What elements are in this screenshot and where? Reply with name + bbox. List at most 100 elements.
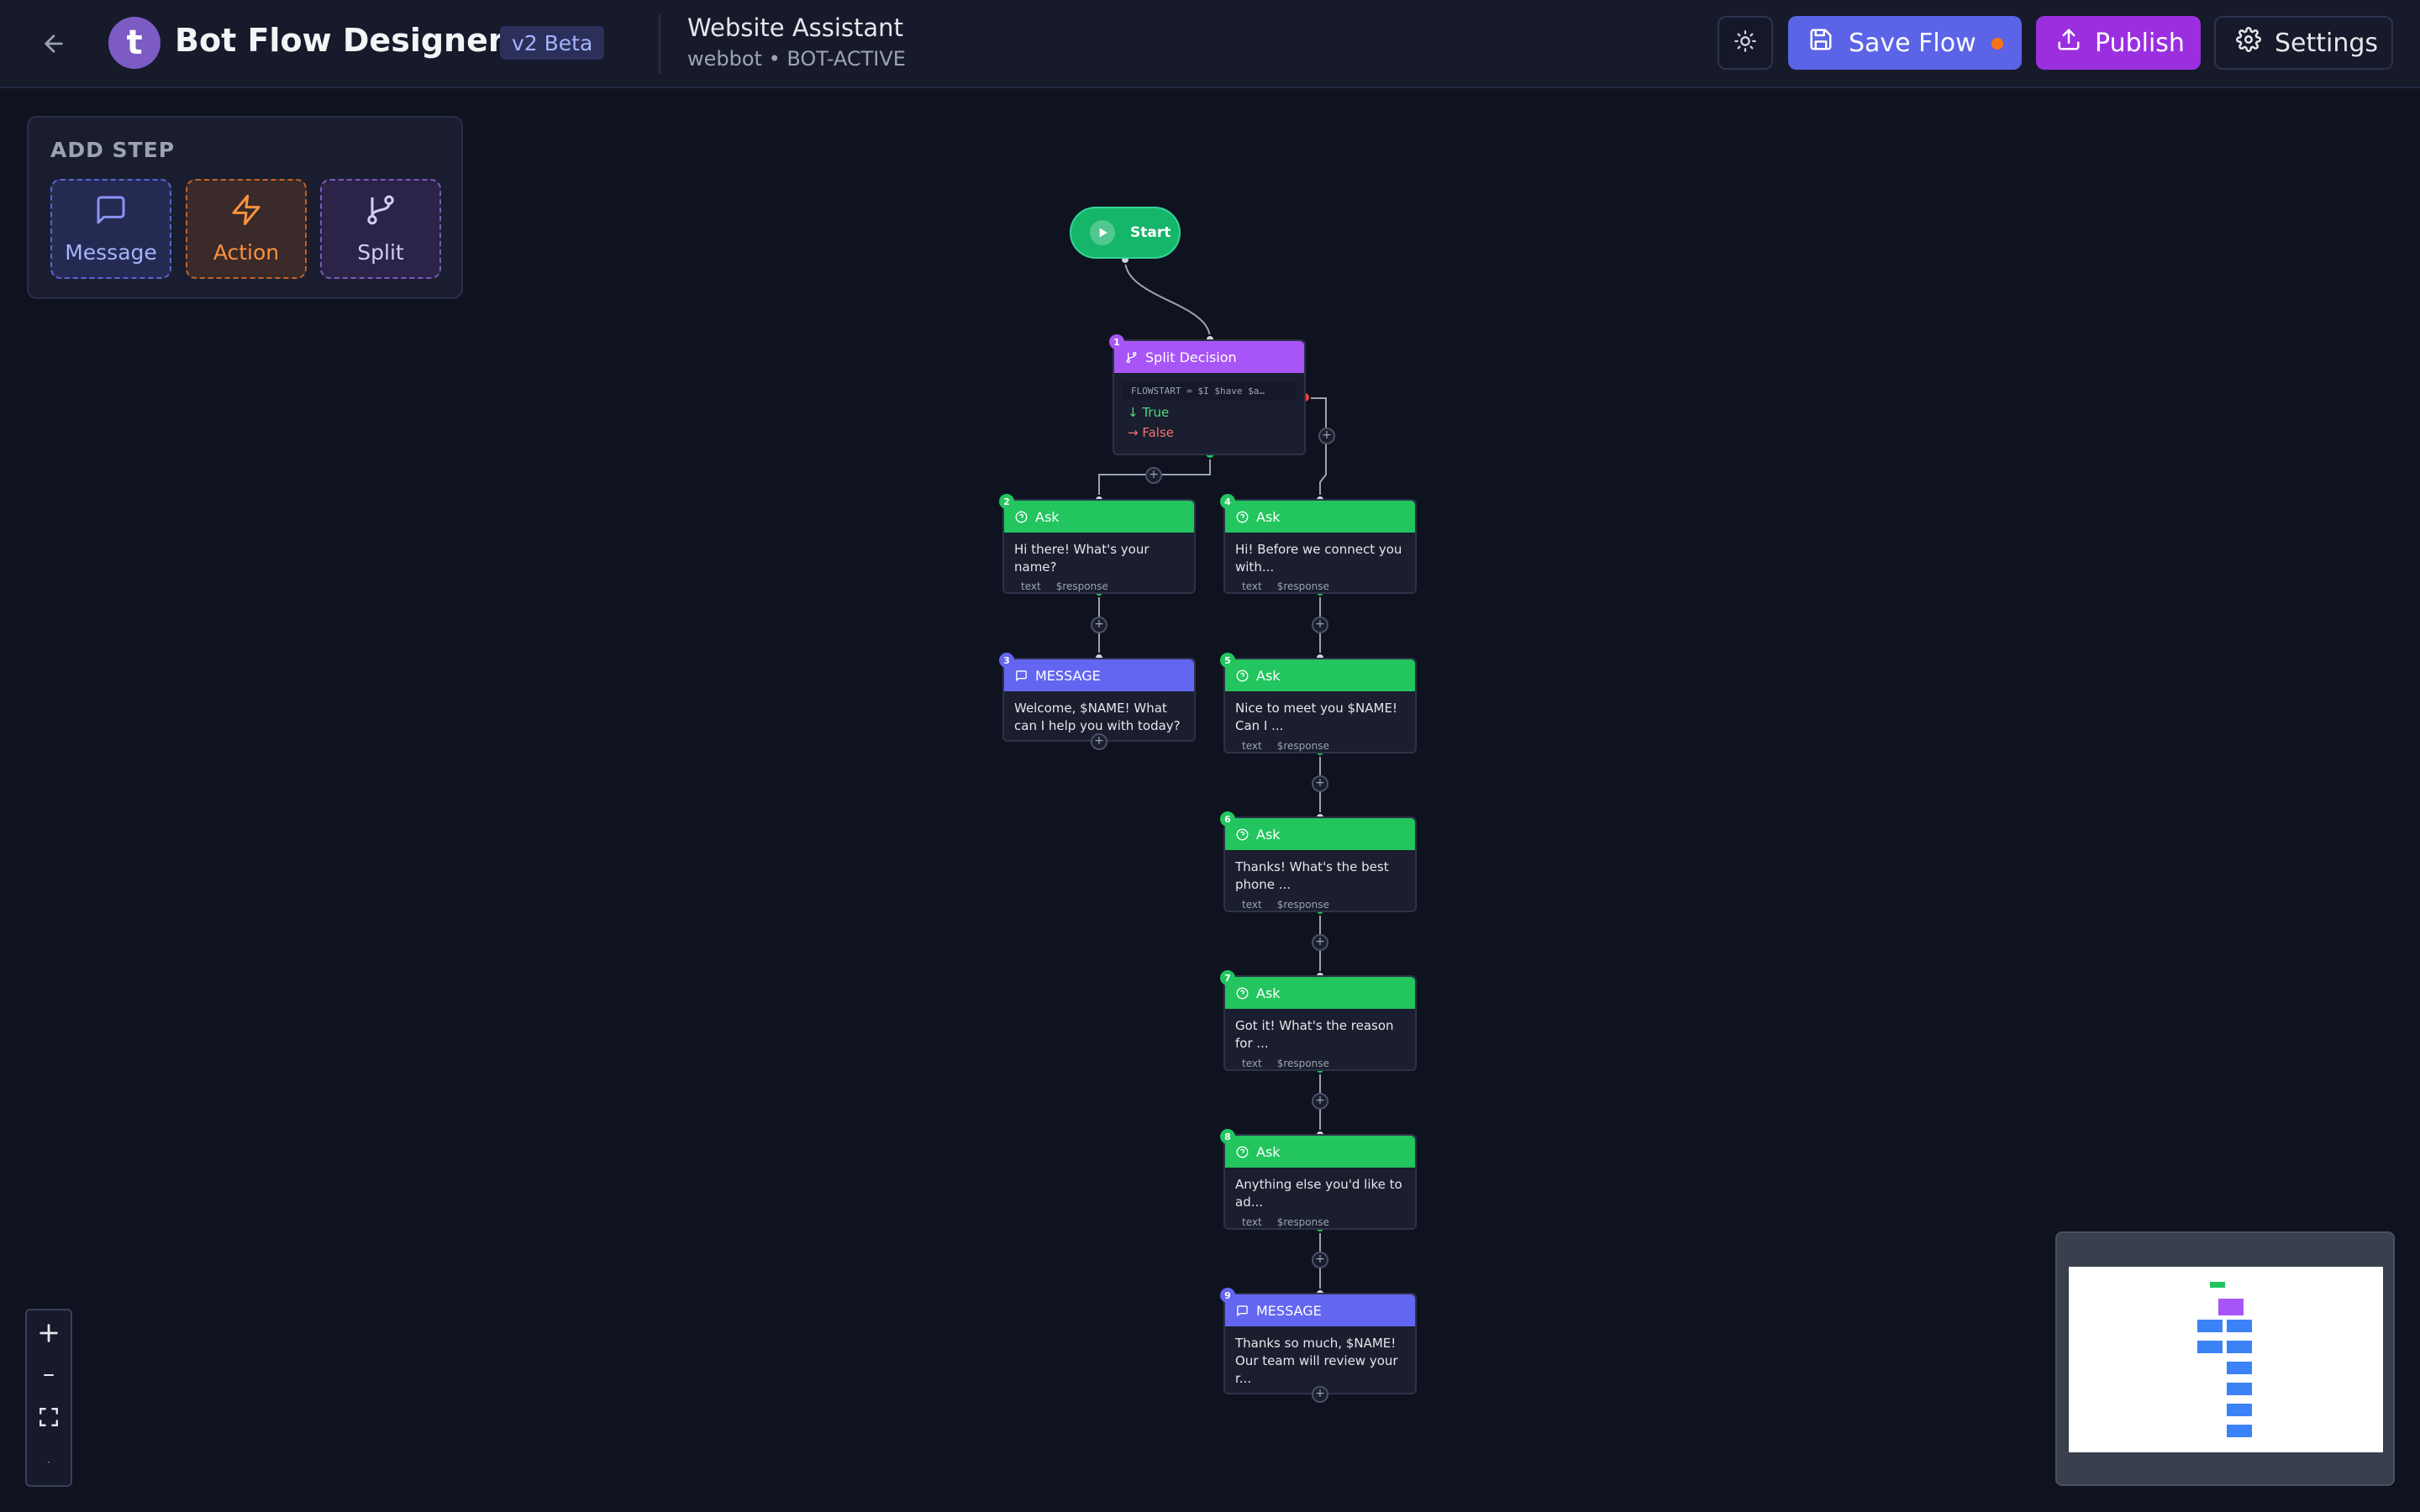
insert-step-button[interactable]: + xyxy=(1312,617,1328,633)
node-footer: text $response xyxy=(1242,1058,1329,1069)
node-text: Nice to meet you $NAME! Can I ... xyxy=(1235,701,1397,733)
app-logo: t xyxy=(108,17,160,69)
message-bubble-icon xyxy=(1235,1304,1249,1317)
node-type-label: Ask xyxy=(1256,667,1281,684)
minimap-node xyxy=(2227,1383,2252,1395)
sun-icon xyxy=(1733,29,1757,56)
help-circle-icon xyxy=(1235,510,1249,523)
flow-node-message[interactable]: 3 MESSAGE Welcome, $NAME! What can I hel… xyxy=(999,653,1196,742)
add-split-step-button[interactable]: Split xyxy=(320,179,441,279)
lightning-icon xyxy=(229,193,263,232)
minimap-node xyxy=(2197,1341,2223,1353)
minimap-node xyxy=(2227,1362,2252,1374)
minimap[interactable] xyxy=(2055,1231,2395,1486)
response-type: text xyxy=(1242,899,1262,911)
node-type-label: Ask xyxy=(1256,1143,1281,1160)
git-branch-icon xyxy=(364,193,397,232)
publish-button[interactable]: Publish xyxy=(2036,16,2201,70)
back-arrow-icon[interactable] xyxy=(37,27,71,60)
response-type: text xyxy=(1021,580,1041,592)
node-type-label: Ask xyxy=(1256,826,1281,843)
node-text: Thanks! What's the best phone ... xyxy=(1235,859,1389,892)
top-header: t Bot Flow Designer v2 Beta Website Assi… xyxy=(0,0,2420,88)
add-step-title: ADD STEP xyxy=(50,138,176,162)
message-bubble-icon xyxy=(1014,669,1028,682)
minimap-node xyxy=(2227,1341,2252,1353)
settings-button[interactable]: Settings xyxy=(2214,16,2393,70)
git-branch-icon xyxy=(1124,350,1138,364)
help-circle-icon xyxy=(1014,510,1028,523)
flow-node-ask[interactable]: 6 Ask Thanks! What's the best phone ... … xyxy=(1220,811,1417,912)
flow-node-ask[interactable]: 5 Ask Nice to meet you $NAME! Can I ... … xyxy=(1220,653,1417,753)
zoom-out-button[interactable] xyxy=(27,1354,71,1396)
node-number-badge: 4 xyxy=(1220,494,1235,509)
bot-meta: webbot • BOT-ACTIVE xyxy=(687,47,906,71)
node-number-badge: 8 xyxy=(1220,1129,1235,1144)
flow-node-ask[interactable]: 2 Ask Hi there! What's your name? text $r… xyxy=(999,494,1196,594)
flow-node-ask[interactable]: 8 Ask Anything else you'd like to ad... … xyxy=(1220,1129,1417,1230)
zoom-in-button[interactable] xyxy=(27,1312,71,1354)
minimap-node xyxy=(2197,1320,2223,1332)
fit-view-button[interactable] xyxy=(27,1398,71,1440)
node-type-label: Ask xyxy=(1256,984,1281,1001)
help-circle-icon xyxy=(1235,827,1249,841)
add-step-panel: ADD STEP Message Action Split xyxy=(27,116,463,299)
node-number-badge: 5 xyxy=(1220,653,1235,668)
node-number-badge: 2 xyxy=(999,494,1014,509)
maximize-icon xyxy=(38,1406,60,1431)
add-action-step-button[interactable]: Action xyxy=(186,179,307,279)
upload-icon xyxy=(2056,27,2081,59)
insert-step-button[interactable]: + xyxy=(1312,1093,1328,1110)
add-message-label: Message xyxy=(65,240,157,265)
node-footer: text $response xyxy=(1242,899,1329,911)
add-message-step-button[interactable]: Message xyxy=(50,179,171,279)
insert-step-button[interactable]: + xyxy=(1312,934,1328,951)
node-type-label: Split Decision xyxy=(1145,349,1237,365)
start-node[interactable]: Start xyxy=(1070,207,1181,259)
insert-step-button[interactable]: + xyxy=(1318,428,1335,444)
version-badge: v2 Beta xyxy=(500,26,605,60)
insert-step-button[interactable]: + xyxy=(1312,1252,1328,1268)
insert-step-button[interactable]: + xyxy=(1312,775,1328,792)
insert-step-button[interactable]: + xyxy=(1312,1386,1328,1403)
bot-name: Website Assistant xyxy=(687,13,903,42)
theme-toggle-button[interactable] xyxy=(1718,16,1773,70)
save-icon xyxy=(1808,27,1833,59)
flow-node-ask[interactable]: 4 Ask Hi! Before we connect you with... … xyxy=(1220,494,1417,594)
minimap-split-node xyxy=(2218,1299,2244,1315)
node-footer: text $response xyxy=(1242,740,1329,752)
response-type: text xyxy=(1242,1216,1262,1228)
node-type-label: Ask xyxy=(1256,508,1281,525)
flow-node-ask[interactable]: 7 Ask Got it! What's the reason for ... … xyxy=(1220,970,1417,1071)
insert-step-button[interactable]: + xyxy=(1091,733,1107,750)
minimap-start-node xyxy=(2210,1282,2225,1288)
save-flow-button[interactable]: Save Flow xyxy=(1788,16,2022,70)
node-header: Split Decision xyxy=(1114,341,1304,373)
node-footer: text $response xyxy=(1242,1216,1329,1228)
split-decision-node[interactable]: 1 Split Decision FLOWSTART = $I $have $a… xyxy=(1109,334,1306,455)
node-text: Anything else you'd like to ad... xyxy=(1235,1177,1402,1210)
node-type-label: MESSAGE xyxy=(1035,667,1101,684)
node-number-badge: 1 xyxy=(1109,334,1124,349)
response-type: text xyxy=(1242,740,1262,752)
node-text: Hi! Before we connect you with... xyxy=(1235,542,1402,575)
start-label: Start xyxy=(1130,224,1171,241)
minimap-node xyxy=(2227,1320,2252,1332)
minimap-node xyxy=(2227,1404,2252,1416)
minimap-node xyxy=(2227,1425,2252,1437)
help-circle-icon xyxy=(1235,669,1249,682)
node-header: MESSAGE xyxy=(1004,659,1194,691)
flow-node-message[interactable]: 9 MESSAGE Thanks so much, $NAME! Our tea… xyxy=(1220,1288,1417,1394)
split-true-option: ↓ True xyxy=(1128,405,1170,420)
app-title: Bot Flow Designer xyxy=(175,22,504,59)
insert-step-button[interactable]: + xyxy=(1145,467,1162,484)
node-header: Ask xyxy=(1225,977,1415,1009)
lock-icon: · xyxy=(47,1457,50,1468)
lock-view-button[interactable]: · xyxy=(27,1441,71,1483)
insert-step-button[interactable]: + xyxy=(1091,617,1107,633)
help-circle-icon xyxy=(1235,1145,1249,1158)
node-header: MESSAGE xyxy=(1225,1294,1415,1326)
node-text: Got it! What's the reason for ... xyxy=(1235,1018,1394,1051)
node-text: Hi there! What's your name? xyxy=(1014,542,1150,575)
minimap-viewport xyxy=(2069,1267,2383,1452)
